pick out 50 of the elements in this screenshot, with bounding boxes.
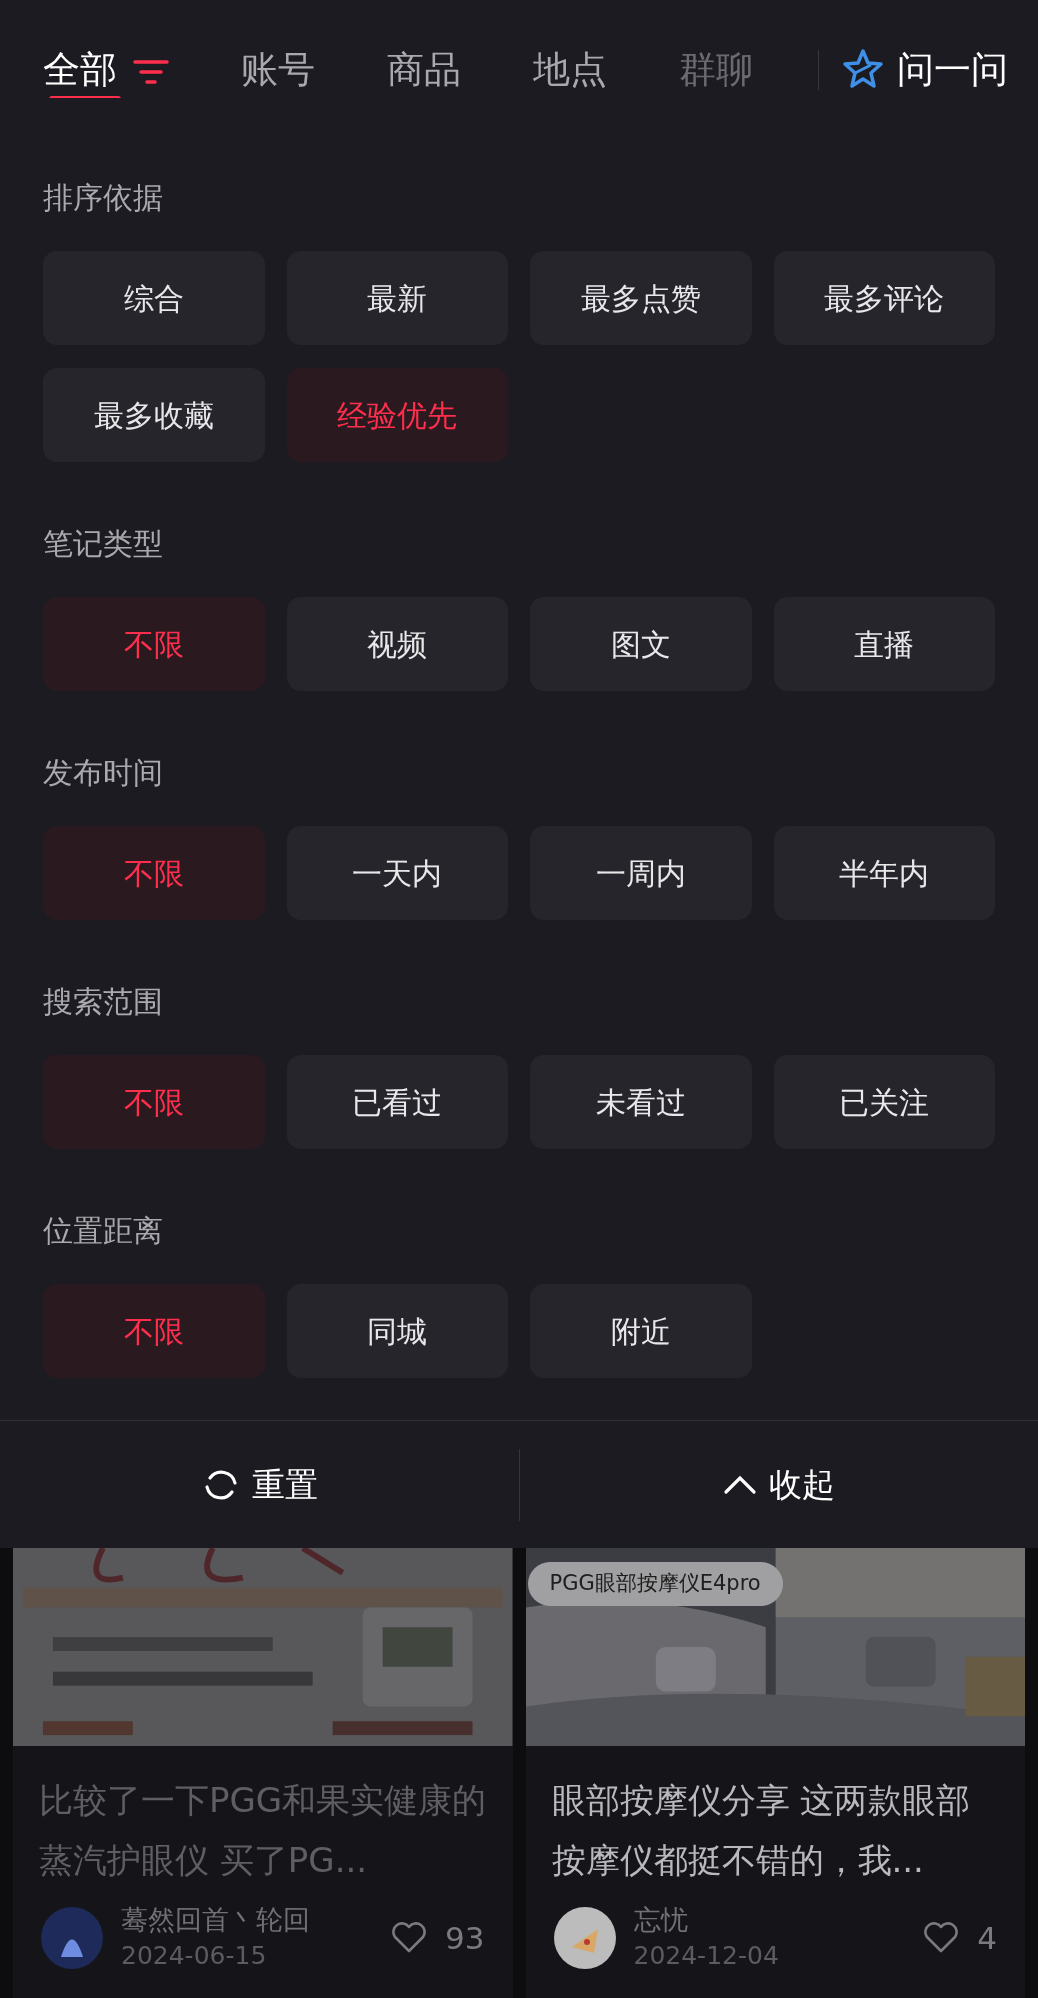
section-title: 位置距离 [43, 1212, 164, 1250]
filter-chip[interactable]: 不限 [43, 826, 265, 920]
filter-chip[interactable]: 最新 [286, 251, 508, 345]
section-title: 排序依据 [43, 179, 164, 217]
section-title: 搜索范围 [43, 983, 164, 1021]
author-name: 蓦然回首丶轮回 [121, 1903, 311, 1937]
reset-button[interactable]: 重置 [0, 1421, 519, 1548]
product-tag: PGG眼部按摩仪E4pro [527, 1562, 783, 1606]
filter-chip[interactable]: 同城 [286, 1284, 508, 1378]
filter-chip[interactable]: 经验优先 [286, 368, 508, 462]
tab[interactable]: 商品 [387, 42, 461, 98]
like-count: 4 [977, 1918, 997, 1958]
section-title: 笔记类型 [43, 525, 164, 563]
filter-chip[interactable]: 未看过 [530, 1055, 752, 1149]
note-card[interactable]: 比较了一下PGG和果实健康的蒸汽护眼仪 买了PG... 蓦然回首丶轮回 2024-06-15 93 [13, 1548, 513, 1998]
chevron-up-icon [723, 1473, 757, 1496]
ask-button[interactable]: 问一问 [841, 42, 1008, 98]
filter-chip[interactable]: 直播 [773, 597, 995, 691]
heart-icon[interactable] [391, 1922, 428, 1954]
section-title: 发布时间 [43, 754, 164, 792]
avatar-icon [553, 1907, 616, 1969]
note-card[interactable]: PGG眼部按摩仪E4pro 眼部按摩仪分享 这两款眼部按摩仪都挺不错的，我... 忘忧 2024-12-04 4 [525, 1548, 1025, 1998]
filter-icon [133, 58, 169, 86]
filter-chip[interactable]: 视频 [286, 597, 508, 691]
filter-chip[interactable]: 一周内 [530, 826, 752, 920]
filter-chip[interactable]: 不限 [43, 597, 265, 691]
post-date: 2024-06-15 [121, 1940, 268, 1972]
filter-chip[interactable]: 半年内 [773, 826, 995, 920]
post-date: 2024-12-04 [633, 1940, 780, 1972]
filter-chip[interactable]: 最多点赞 [530, 251, 752, 345]
filter-chip[interactable]: 综合 [43, 251, 265, 345]
heart-icon[interactable] [923, 1922, 960, 1954]
filter-chip[interactable]: 不限 [43, 1055, 265, 1149]
filter-chip[interactable]: 已关注 [773, 1055, 995, 1149]
note-title: 比较了一下PGG和果实健康的蒸汽护眼仪 买了PG... [38, 1779, 488, 1882]
avatar-icon [41, 1907, 103, 1969]
filter-chip[interactable]: 已看过 [286, 1055, 508, 1149]
like-count: 93 [445, 1918, 485, 1958]
collapse-button[interactable]: 收起 [520, 1421, 1038, 1548]
note-title: 眼部按摩仪分享 这两款眼部按摩仪都挺不错的，我... [550, 1779, 972, 1882]
filter-chip[interactable]: 图文 [530, 597, 752, 691]
tab[interactable]: 账号 [241, 42, 315, 98]
tab[interactable]: 地点 [533, 42, 607, 98]
filter-chip[interactable]: 附近 [530, 1284, 752, 1378]
filter-chip[interactable]: 不限 [43, 1284, 265, 1378]
filter-chip[interactable]: 最多评论 [773, 251, 995, 345]
filter-chip[interactable]: 一天内 [286, 826, 508, 920]
filter-chip[interactable]: 最多收藏 [43, 368, 265, 462]
author-name: 忘忧 [633, 1903, 689, 1937]
tab[interactable]: 全部 [43, 42, 169, 98]
